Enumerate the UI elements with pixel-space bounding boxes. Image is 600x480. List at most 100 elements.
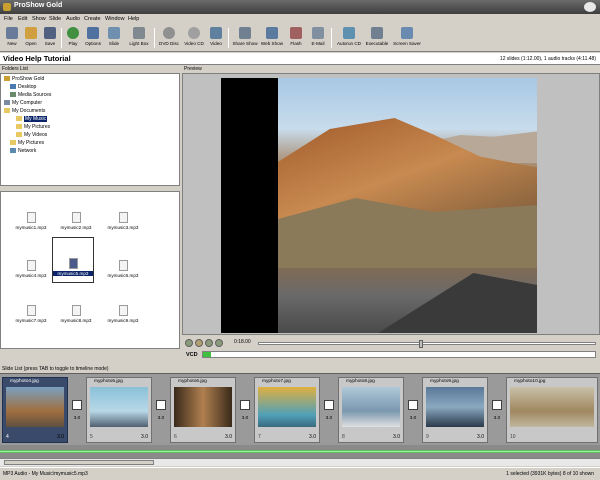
folder-open-icon [4, 108, 10, 114]
autorun-icon [343, 27, 355, 39]
email-button[interactable]: E-Mail [307, 27, 329, 51]
menu-show[interactable]: Show [32, 16, 46, 22]
computer-icon [4, 100, 10, 106]
dvd-disc-button[interactable]: DVD Disc [157, 27, 181, 51]
tree-item-my-pictures-root[interactable]: My Pictures [10, 140, 44, 147]
file-item-selected[interactable]: mymusic5.mp3 [52, 237, 94, 283]
new-icon [6, 27, 18, 39]
windows-logo-icon [584, 2, 596, 12]
playback-scrubber[interactable] [258, 340, 596, 348]
tree-item-proshow-gold[interactable]: ProShow Gold [4, 76, 44, 83]
transition-item[interactable]: 3.0 [70, 400, 84, 432]
slide-item[interactable]: myphoto6.jpg 6 3.0 [170, 377, 236, 443]
slide-list-label: Slide List (press TAB to toggle to timel… [2, 366, 109, 372]
file-item[interactable]: mymusic6.mp3 [103, 260, 143, 278]
slide-thumbnail [258, 387, 316, 427]
tree-item-my-documents[interactable]: My Documents [4, 108, 45, 115]
play-button[interactable]: Play [64, 27, 82, 51]
videocd-icon [188, 27, 200, 39]
save-button[interactable]: Save [41, 27, 59, 51]
video-button[interactable]: Video [207, 27, 225, 51]
tree-item-network[interactable]: Network [10, 148, 36, 155]
horizontal-scrollbar[interactable] [0, 458, 600, 466]
slide-item[interactable]: myphoto8.jpg 8 3.0 [338, 377, 404, 443]
next-icon[interactable] [215, 339, 223, 347]
video-cd-button[interactable]: Video CD [182, 27, 206, 51]
tree-item-my-music[interactable]: My Music [16, 116, 48, 123]
slide-button[interactable]: Slide [105, 27, 123, 51]
output-format-label[interactable]: VCD [186, 352, 198, 358]
transition-icon [72, 400, 82, 410]
menu-bar: File Edit Show Slide Audio Create Window… [0, 14, 600, 25]
web-show-button[interactable]: Web Show [259, 27, 285, 51]
folders-list-label: Folders List [2, 66, 28, 72]
options-button[interactable]: Options [82, 27, 104, 51]
executable-icon [371, 27, 383, 39]
autorun-cd-button[interactable]: Autorun CD [334, 27, 364, 51]
transition-icon [492, 400, 502, 410]
app-window: ProShow Gold File Edit Show Slide Audio … [0, 0, 600, 480]
folder-icon [10, 140, 16, 146]
menu-create[interactable]: Create [84, 16, 101, 22]
scrubber-handle[interactable] [419, 340, 423, 348]
menu-window[interactable]: Window [105, 16, 125, 22]
tree-item-media-sources[interactable]: Media Sources [10, 92, 51, 99]
transition-item[interactable]: 3.0 [406, 400, 420, 432]
menu-edit[interactable]: Edit [18, 16, 27, 22]
menu-audio[interactable]: Audio [66, 16, 80, 22]
project-header: Video Help Tutorial 12 slides (1:12.00),… [0, 53, 600, 65]
slide-thumbnail [6, 387, 64, 427]
flash-button[interactable]: Flash [286, 27, 306, 51]
transport-controls: 0:18.00 VCD [182, 336, 600, 362]
photo-hillside [278, 198, 537, 268]
scrollbar-thumb[interactable] [4, 460, 154, 465]
stop-icon[interactable] [195, 339, 203, 347]
file-list: mymusic1.mp3 mymusic2.mp3 mymusic3.mp3 m… [0, 191, 180, 349]
tree-item-my-pictures[interactable]: My Pictures [16, 124, 50, 131]
capacity-bar [202, 351, 596, 358]
slide-item[interactable]: myphoto5.jpg 5 3.0 [86, 377, 152, 443]
slide-item[interactable]: myphoto9.jpg 9 3.0 [422, 377, 488, 443]
tree-item-my-computer[interactable]: My Computer [4, 100, 42, 107]
new-button[interactable]: New [3, 27, 21, 51]
executable-button[interactable]: Executable [364, 27, 390, 51]
slide-item[interactable]: myphoto4.jpg 4 3.0 [2, 377, 68, 443]
preview-stage [221, 78, 537, 333]
lightbox-button[interactable]: Light Box [126, 27, 152, 51]
preview-label: Preview [184, 66, 202, 72]
project-title: Video Help Tutorial [3, 54, 71, 63]
slide-item[interactable]: myphoto7.jpg 7 3.0 [254, 377, 320, 443]
transition-item[interactable]: 3.0 [154, 400, 168, 432]
slide-item[interactable]: myphoto10.jpg 10 [506, 377, 598, 443]
audio-waveform[interactable] [0, 445, 600, 458]
slide-thumbnail [426, 387, 484, 427]
play-icon[interactable] [185, 339, 193, 347]
previous-icon[interactable] [205, 339, 213, 347]
file-item[interactable]: mymusic2.mp3 [56, 212, 96, 230]
file-item[interactable]: mymusic4.mp3 [11, 260, 51, 278]
file-item[interactable]: mymusic8.mp3 [56, 305, 96, 323]
tree-item-my-videos[interactable]: My Videos [16, 132, 47, 139]
menu-file[interactable]: File [4, 16, 13, 22]
screen-saver-button[interactable]: Screen Saver [391, 27, 423, 51]
slide-thumbnail [342, 387, 400, 427]
transition-item[interactable]: 3.0 [490, 400, 504, 432]
tree-item-desktop[interactable]: Desktop [10, 84, 36, 91]
share-show-button[interactable]: Share Show [231, 27, 259, 51]
file-item[interactable]: mymusic7.mp3 [11, 305, 51, 323]
file-item[interactable]: mymusic1.mp3 [11, 212, 51, 230]
transition-item[interactable]: 3.0 [238, 400, 252, 432]
menu-help[interactable]: Help [128, 16, 139, 22]
menu-slide[interactable]: Slide [49, 16, 61, 22]
audio-file-icon [118, 305, 128, 316]
open-button[interactable]: Open [22, 27, 40, 51]
app-icon [3, 3, 11, 11]
capacity-fill [203, 352, 211, 357]
file-item[interactable]: mymusic3.mp3 [103, 212, 143, 230]
network-icon [10, 148, 16, 154]
transition-item[interactable]: 3.0 [322, 400, 336, 432]
file-item[interactable]: mymusic9.mp3 [103, 305, 143, 323]
folder-icon [16, 116, 22, 122]
folders-tree: ProShow Gold Desktop Media Sources My Co… [0, 73, 180, 186]
preview-pane [182, 73, 600, 335]
